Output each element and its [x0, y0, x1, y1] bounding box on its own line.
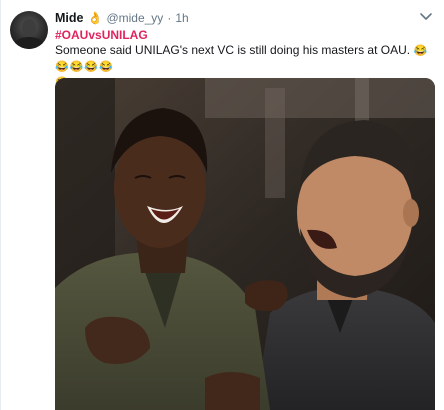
- avatar-shoulders: [14, 37, 44, 49]
- photo-illustration: [55, 78, 435, 410]
- author-name[interactable]: Mide: [55, 11, 83, 25]
- author-handle[interactable]: @mide_yy: [106, 11, 163, 25]
- avatar[interactable]: [10, 11, 48, 49]
- avatar-face: [22, 19, 36, 37]
- ok-hand-emoji: 👌: [87, 11, 103, 25]
- tears-of-joy-emoji: 😂: [69, 61, 84, 73]
- tweet-body: Someone said UNILAG's next VC is still d…: [55, 43, 411, 57]
- chevron-down-icon[interactable]: [419, 12, 433, 22]
- tears-of-joy-emoji: 😂: [84, 61, 99, 73]
- tears-of-joy-emoji: 😂: [413, 45, 428, 57]
- tweet-timestamp[interactable]: 1h: [175, 11, 188, 25]
- tears-of-joy-emoji: 😂: [55, 61, 69, 73]
- tweet-card[interactable]: Mide 👌 @mide_yy · 1h #OAUvsUNILAG Someon…: [0, 0, 444, 410]
- tweet-header: Mide 👌 @mide_yy · 1h: [55, 9, 189, 27]
- tears-of-joy-emoji: 😂: [99, 61, 113, 73]
- hashtag-link[interactable]: #OAUvsUNILAG: [55, 28, 148, 42]
- separator-dot: ·: [167, 11, 172, 25]
- tweet-photo[interactable]: [55, 78, 435, 410]
